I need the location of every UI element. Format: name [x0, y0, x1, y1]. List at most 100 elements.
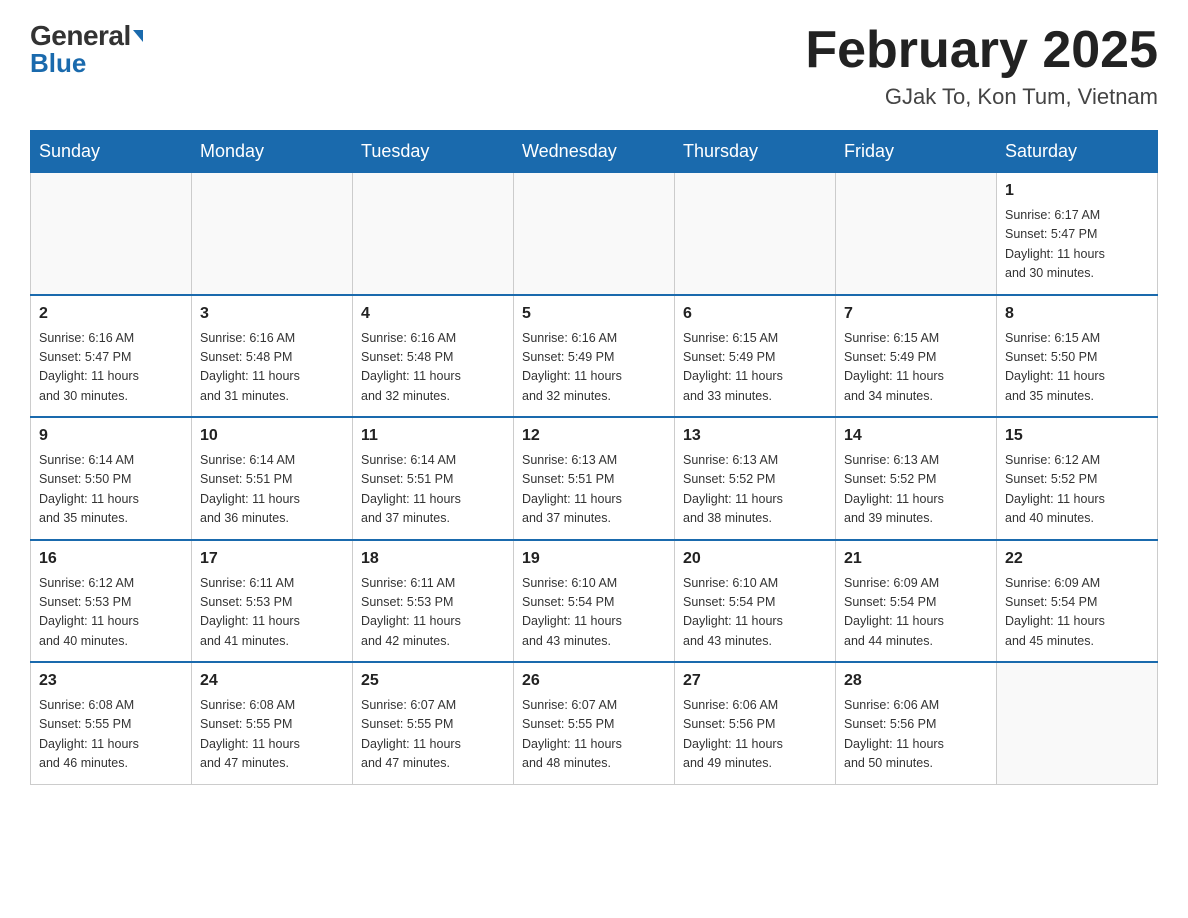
logo: General Blue [30, 20, 143, 79]
day-number: 24 [200, 669, 344, 693]
day-info: Sunrise: 6:15 AM Sunset: 5:49 PM Dayligh… [844, 329, 988, 407]
day-info: Sunrise: 6:13 AM Sunset: 5:51 PM Dayligh… [522, 451, 666, 529]
day-info: Sunrise: 6:13 AM Sunset: 5:52 PM Dayligh… [844, 451, 988, 529]
day-info: Sunrise: 6:06 AM Sunset: 5:56 PM Dayligh… [683, 696, 827, 774]
day-info: Sunrise: 6:09 AM Sunset: 5:54 PM Dayligh… [1005, 574, 1149, 652]
logo-arrow-icon [133, 30, 143, 42]
calendar-cell-w1-d0 [31, 173, 192, 295]
calendar-cell-w4-d0: 16Sunrise: 6:12 AM Sunset: 5:53 PM Dayli… [31, 540, 192, 663]
calendar-header-row: Sunday Monday Tuesday Wednesday Thursday… [31, 131, 1158, 173]
location-subtitle: GJak To, Kon Tum, Vietnam [805, 84, 1158, 110]
day-number: 3 [200, 302, 344, 326]
day-number: 9 [39, 424, 183, 448]
calendar-cell-w5-d2: 25 Sunrise: 6:07 AM Sunset: 5:55 PM Dayli… [353, 662, 514, 784]
day-number: 23 [39, 669, 183, 693]
calendar-cell-w5-d4: 27 Sunrise: 6:06 AM Sunset: 5:56 PM Dayli… [675, 662, 836, 784]
calendar-cell-w1-d3 [514, 173, 675, 295]
day-number: 13 [683, 424, 827, 448]
day-number: 15 [1005, 424, 1149, 448]
calendar-cell-w4-d5: 21 Sunrise: 6:09 AM Sunset: 5:54 PM Dayli… [836, 540, 997, 663]
title-block: February 2025 GJak To, Kon Tum, Vietnam [805, 20, 1158, 110]
day-info: Sunrise: 6:16 AM Sunset: 5:48 PM Dayligh… [361, 329, 505, 407]
day-info: Sunrise: 6:07 AM Sunset: 5:55 PM Dayligh… [522, 696, 666, 774]
day-info: Sunrise: 6:10 AM Sunset: 5:54 PM Dayligh… [683, 574, 827, 652]
calendar-cell-w5-d3: 26Sunrise: 6:07 AM Sunset: 5:55 PM Dayli… [514, 662, 675, 784]
calendar-cell-w2-d3: 5 Sunrise: 6:16 AM Sunset: 5:49 PM Daylig… [514, 295, 675, 418]
day-info: Sunrise: 6:09 AM Sunset: 5:54 PM Dayligh… [844, 574, 988, 652]
day-number: 8 [1005, 302, 1149, 326]
day-info: Sunrise: 6:08 AM Sunset: 5:55 PM Dayligh… [39, 696, 183, 774]
day-number: 25 [361, 669, 505, 693]
day-number: 22 [1005, 547, 1149, 571]
day-info: Sunrise: 6:14 AM Sunset: 5:51 PM Dayligh… [361, 451, 505, 529]
col-sunday: Sunday [31, 131, 192, 173]
day-info: Sunrise: 6:15 AM Sunset: 5:49 PM Dayligh… [683, 329, 827, 407]
day-info: Sunrise: 6:16 AM Sunset: 5:49 PM Dayligh… [522, 329, 666, 407]
calendar-cell-w2-d6: 8 Sunrise: 6:15 AM Sunset: 5:50 PM Daylig… [997, 295, 1158, 418]
day-info: Sunrise: 6:06 AM Sunset: 5:56 PM Dayligh… [844, 696, 988, 774]
day-info: Sunrise: 6:11 AM Sunset: 5:53 PM Dayligh… [200, 574, 344, 652]
month-title: February 2025 [805, 20, 1158, 80]
day-info: Sunrise: 6:12 AM Sunset: 5:52 PM Dayligh… [1005, 451, 1149, 529]
calendar-week-4: 16Sunrise: 6:12 AM Sunset: 5:53 PM Dayli… [31, 540, 1158, 663]
calendar-cell-w4-d4: 20Sunrise: 6:10 AM Sunset: 5:54 PM Dayli… [675, 540, 836, 663]
day-info: Sunrise: 6:08 AM Sunset: 5:55 PM Dayligh… [200, 696, 344, 774]
day-number: 5 [522, 302, 666, 326]
calendar-cell-w1-d4 [675, 173, 836, 295]
day-info: Sunrise: 6:16 AM Sunset: 5:47 PM Dayligh… [39, 329, 183, 407]
day-number: 18 [361, 547, 505, 571]
day-info: Sunrise: 6:14 AM Sunset: 5:50 PM Dayligh… [39, 451, 183, 529]
calendar-week-1: 1Sunrise: 6:17 AM Sunset: 5:47 PM Daylig… [31, 173, 1158, 295]
day-info: Sunrise: 6:14 AM Sunset: 5:51 PM Dayligh… [200, 451, 344, 529]
calendar-cell-w3-d4: 13Sunrise: 6:13 AM Sunset: 5:52 PM Dayli… [675, 417, 836, 540]
calendar-cell-w4-d3: 19 Sunrise: 6:10 AM Sunset: 5:54 PM Dayli… [514, 540, 675, 663]
day-info: Sunrise: 6:11 AM Sunset: 5:53 PM Dayligh… [361, 574, 505, 652]
calendar-cell-w2-d0: 2 Sunrise: 6:16 AM Sunset: 5:47 PM Daylig… [31, 295, 192, 418]
calendar-cell-w5-d5: 28 Sunrise: 6:06 AM Sunset: 5:56 PM Dayli… [836, 662, 997, 784]
day-info: Sunrise: 6:07 AM Sunset: 5:55 PM Dayligh… [361, 696, 505, 774]
day-info: Sunrise: 6:10 AM Sunset: 5:54 PM Dayligh… [522, 574, 666, 652]
day-number: 6 [683, 302, 827, 326]
calendar-table: Sunday Monday Tuesday Wednesday Thursday… [30, 130, 1158, 785]
day-number: 19 [522, 547, 666, 571]
calendar-cell-w2-d1: 3 Sunrise: 6:16 AM Sunset: 5:48 PM Daylig… [192, 295, 353, 418]
calendar-cell-w4-d1: 17Sunrise: 6:11 AM Sunset: 5:53 PM Dayli… [192, 540, 353, 663]
calendar-cell-w5-d1: 24 Sunrise: 6:08 AM Sunset: 5:55 PM Dayli… [192, 662, 353, 784]
day-number: 21 [844, 547, 988, 571]
calendar-cell-w2-d4: 6 Sunrise: 6:15 AM Sunset: 5:49 PM Daylig… [675, 295, 836, 418]
calendar-cell-w3-d6: 15 Sunrise: 6:12 AM Sunset: 5:52 PM Dayli… [997, 417, 1158, 540]
logo-blue-text: Blue [30, 48, 86, 79]
calendar-cell-w1-d6: 1Sunrise: 6:17 AM Sunset: 5:47 PM Daylig… [997, 173, 1158, 295]
day-number: 14 [844, 424, 988, 448]
col-tuesday: Tuesday [353, 131, 514, 173]
calendar-cell-w1-d1 [192, 173, 353, 295]
calendar-cell-w2-d5: 7Sunrise: 6:15 AM Sunset: 5:49 PM Daylig… [836, 295, 997, 418]
calendar-cell-w3-d1: 10 Sunrise: 6:14 AM Sunset: 5:51 PM Dayli… [192, 417, 353, 540]
calendar-cell-w4-d6: 22 Sunrise: 6:09 AM Sunset: 5:54 PM Dayli… [997, 540, 1158, 663]
calendar-cell-w4-d2: 18 Sunrise: 6:11 AM Sunset: 5:53 PM Dayli… [353, 540, 514, 663]
day-info: Sunrise: 6:12 AM Sunset: 5:53 PM Dayligh… [39, 574, 183, 652]
col-thursday: Thursday [675, 131, 836, 173]
calendar-cell-w5-d6 [997, 662, 1158, 784]
calendar-week-5: 23 Sunrise: 6:08 AM Sunset: 5:55 PM Dayli… [31, 662, 1158, 784]
day-info: Sunrise: 6:16 AM Sunset: 5:48 PM Dayligh… [200, 329, 344, 407]
col-friday: Friday [836, 131, 997, 173]
calendar-cell-w2-d2: 4Sunrise: 6:16 AM Sunset: 5:48 PM Daylig… [353, 295, 514, 418]
day-number: 27 [683, 669, 827, 693]
page-header: General Blue February 2025 GJak To, Kon … [30, 20, 1158, 110]
col-wednesday: Wednesday [514, 131, 675, 173]
day-info: Sunrise: 6:17 AM Sunset: 5:47 PM Dayligh… [1005, 206, 1149, 284]
day-info: Sunrise: 6:15 AM Sunset: 5:50 PM Dayligh… [1005, 329, 1149, 407]
day-number: 10 [200, 424, 344, 448]
calendar-cell-w1-d2 [353, 173, 514, 295]
calendar-cell-w3-d3: 12 Sunrise: 6:13 AM Sunset: 5:51 PM Dayli… [514, 417, 675, 540]
calendar-week-3: 9 Sunrise: 6:14 AM Sunset: 5:50 PM Daylig… [31, 417, 1158, 540]
day-number: 2 [39, 302, 183, 326]
day-number: 28 [844, 669, 988, 693]
calendar-cell-w3-d0: 9 Sunrise: 6:14 AM Sunset: 5:50 PM Daylig… [31, 417, 192, 540]
calendar-cell-w1-d5 [836, 173, 997, 295]
day-number: 11 [361, 424, 505, 448]
day-number: 12 [522, 424, 666, 448]
calendar-cell-w3-d5: 14 Sunrise: 6:13 AM Sunset: 5:52 PM Dayli… [836, 417, 997, 540]
calendar-week-2: 2 Sunrise: 6:16 AM Sunset: 5:47 PM Daylig… [31, 295, 1158, 418]
